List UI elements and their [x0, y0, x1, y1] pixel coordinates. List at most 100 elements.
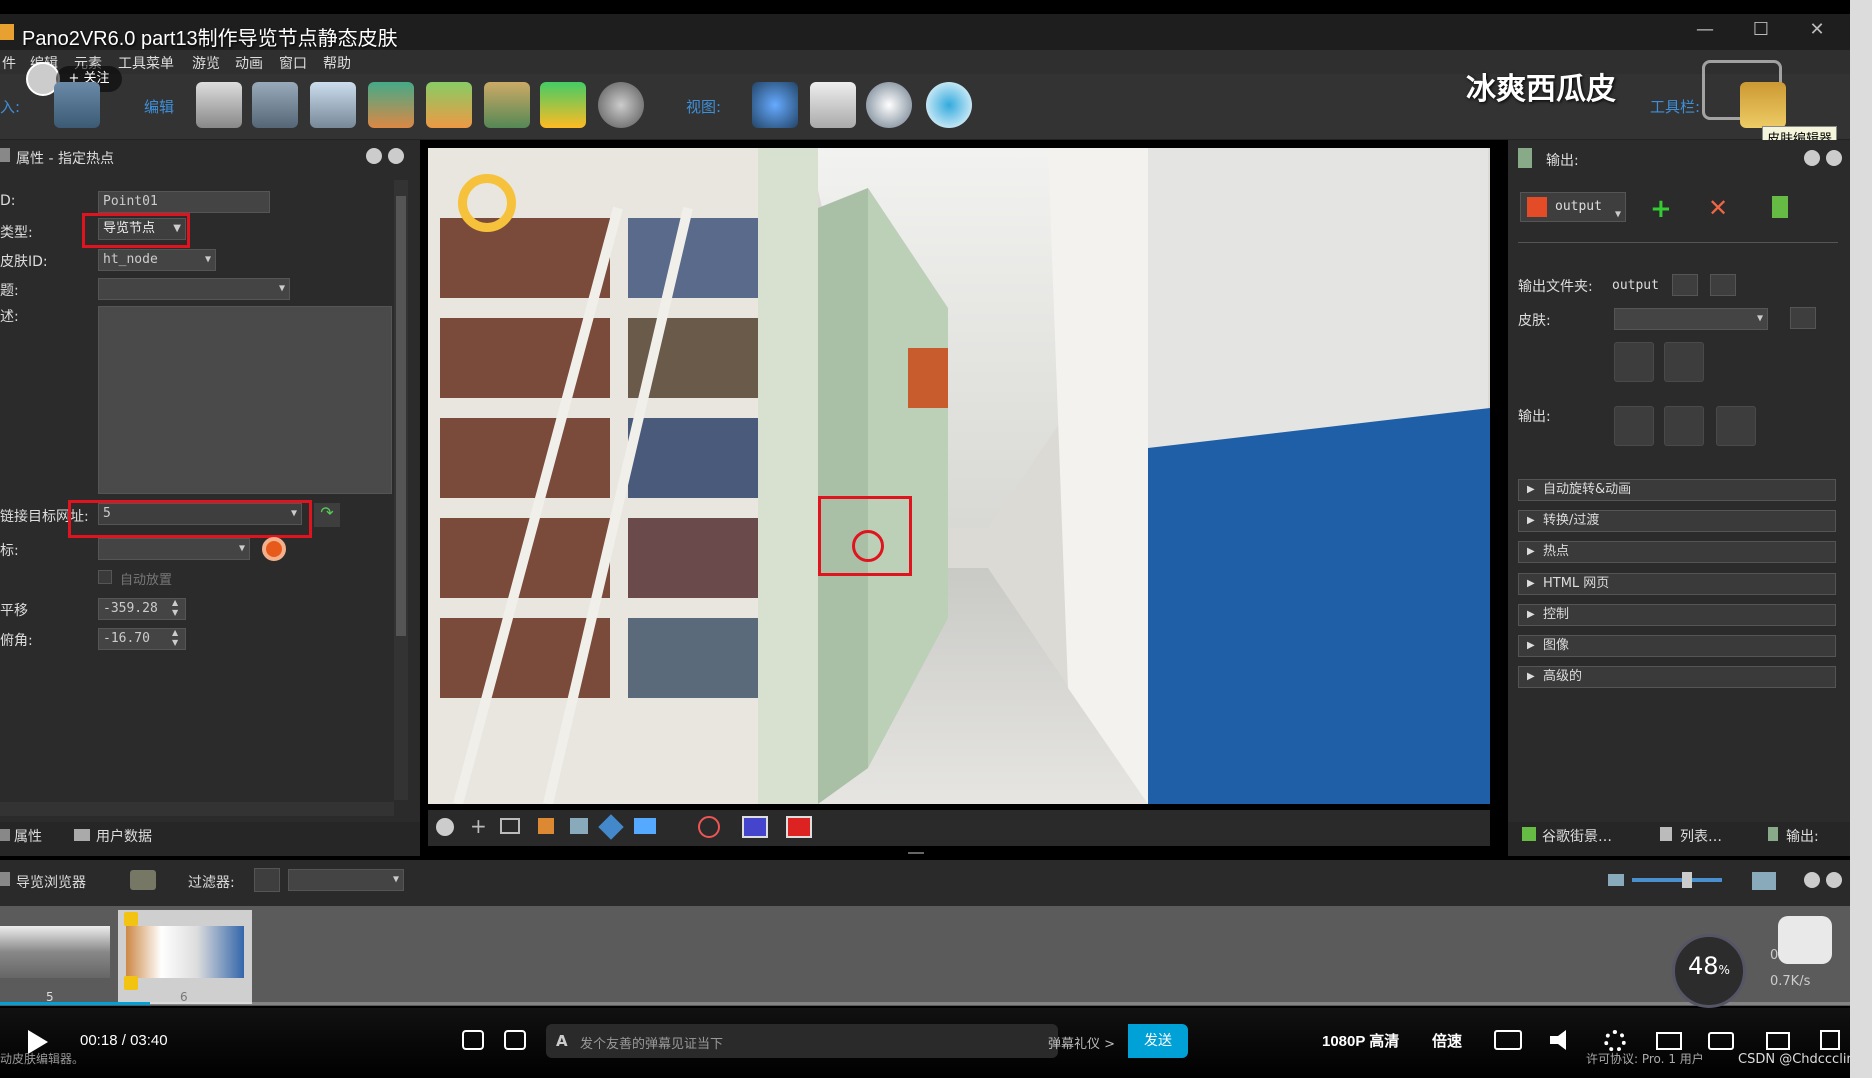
filter-select[interactable]: ▼ [288, 869, 404, 891]
blue-color-icon[interactable] [742, 816, 768, 838]
maps-icon[interactable] [426, 82, 472, 128]
folder-open-icon[interactable] [1672, 274, 1698, 296]
viewing-parameters-icon[interactable] [252, 82, 298, 128]
float-panel-icon[interactable] [1804, 150, 1820, 166]
menu-tour[interactable]: 游览 [192, 53, 220, 73]
maximize-button[interactable]: ☐ [1746, 16, 1776, 44]
eye-icon[interactable] [926, 82, 972, 128]
video-progress-track[interactable] [0, 1002, 1850, 1005]
hotspots-icon[interactable] [368, 82, 414, 128]
go-to-target-icon[interactable]: ↷ [314, 503, 340, 527]
panorama-viewport[interactable] [428, 148, 1490, 804]
red-color-icon[interactable] [786, 816, 812, 838]
stopwatch-icon[interactable] [866, 82, 912, 128]
menu-window[interactable]: 窗口 [279, 53, 307, 73]
skin-tools-icon[interactable] [1664, 342, 1704, 382]
thumb-size-slider[interactable] [1632, 878, 1722, 882]
tab-properties[interactable]: 属性 [0, 826, 42, 846]
close-panel-icon[interactable] [1826, 872, 1842, 888]
fullscreen-icon[interactable] [1820, 1030, 1840, 1050]
add-output-icon[interactable]: + [1650, 194, 1672, 224]
skin-folder-icon[interactable] [1790, 307, 1816, 329]
description-textarea[interactable] [98, 306, 392, 494]
tool-icon[interactable] [538, 818, 554, 834]
menu-help[interactable]: 帮助 [323, 53, 351, 73]
skin-editor-icon[interactable] [1740, 82, 1786, 128]
properties-scroll-thumb[interactable] [396, 196, 406, 636]
panorama-thumb[interactable] [0, 926, 110, 978]
menu-animation[interactable]: 动画 [235, 53, 263, 73]
grid-icon[interactable] [500, 818, 520, 834]
widescreen-icon[interactable] [1708, 1032, 1734, 1050]
skin-id-select[interactable]: ht_node ▼ [98, 249, 216, 271]
danmaku-style-icon[interactable]: A [556, 1032, 568, 1050]
output-format-select[interactable]: output ▼ [1520, 192, 1626, 222]
picture-in-picture-icon[interactable] [1656, 1032, 1682, 1050]
trash-icon[interactable] [1710, 274, 1736, 296]
quality-button[interactable]: 1080P 高清 [1322, 1030, 1399, 1051]
subtitle-icon[interactable] [1494, 1030, 1522, 1050]
tilt-stepper-icon[interactable]: ▲ ▼ [172, 628, 184, 650]
send-button[interactable]: 发送 [1128, 1024, 1188, 1058]
accordion-image[interactable]: ▶ 图像 [1518, 635, 1836, 657]
float-panel-icon[interactable] [1804, 872, 1820, 888]
animation-reel-icon[interactable] [598, 82, 644, 128]
close-button[interactable]: ✕ [1802, 16, 1832, 44]
crosshair-add-icon[interactable]: + [470, 814, 487, 838]
thumb-size-slider-handle[interactable] [1682, 872, 1692, 888]
google-icon[interactable] [540, 82, 586, 128]
float-panel-icon[interactable] [366, 148, 382, 164]
compass-icon[interactable] [436, 818, 454, 836]
accordion-hotspots[interactable]: ▶ 热点 [1518, 541, 1836, 563]
accordion-autorotate[interactable]: ▶ 自动旋转&动画 [1518, 479, 1836, 501]
page-scrollbar[interactable] [1850, 0, 1872, 1078]
gear-icon[interactable] [1604, 1030, 1626, 1052]
close-panel-icon[interactable] [388, 148, 404, 164]
stamp-icon[interactable] [130, 870, 156, 890]
tab-user-data[interactable]: 用户数据 [74, 826, 152, 846]
monitor-icon[interactable] [634, 818, 656, 834]
binoculars-icon[interactable] [752, 82, 798, 128]
menu-file[interactable]: 件 [2, 53, 16, 73]
tab-output[interactable]: 输出: [1768, 826, 1819, 846]
speed-button[interactable]: 倍速 [1432, 1030, 1462, 1051]
tab-list[interactable]: 列表… [1660, 826, 1722, 846]
filter-icon[interactable] [570, 818, 588, 834]
panorama-thumb[interactable] [126, 926, 244, 978]
tab-google-streetview[interactable]: 谷歌街景… [1522, 826, 1612, 846]
skin-select[interactable]: ▼ [1614, 308, 1768, 330]
tag-icon[interactable] [254, 868, 280, 892]
danmaku-toggle-icon[interactable] [462, 1030, 484, 1050]
clipboard-icon[interactable] [810, 82, 856, 128]
properties-horizontal-scrollbar[interactable] [0, 802, 394, 816]
patches-icon[interactable] [484, 82, 530, 128]
danmaku-settings-icon[interactable] [504, 1030, 526, 1050]
preview-monitor-icon[interactable] [1664, 406, 1704, 446]
bilibili-tv-icon[interactable] [1778, 916, 1832, 964]
minimize-button[interactable]: — [1690, 16, 1720, 44]
add-panorama-icon[interactable] [54, 82, 100, 128]
mixer-icon[interactable] [196, 82, 242, 128]
skin-star-icon[interactable] [1614, 342, 1654, 382]
remove-output-icon[interactable]: ✕ [1708, 194, 1728, 222]
document-icon[interactable] [1772, 196, 1788, 218]
title-select[interactable]: ▼ [98, 278, 290, 300]
accordion-transition[interactable]: ▶ 转换/过渡 [1518, 510, 1836, 532]
pan-stepper-icon[interactable]: ▲ ▼ [172, 598, 184, 620]
accordion-html[interactable]: ▶ HTML 网页 [1518, 573, 1836, 595]
target-picker-icon[interactable] [262, 537, 286, 561]
close-panel-icon[interactable] [1826, 150, 1842, 166]
id-field[interactable]: Point01 [98, 191, 270, 213]
auto-place-checkbox[interactable] [98, 570, 112, 584]
menu-tools[interactable]: 工具菜单 [118, 53, 174, 73]
accordion-control[interactable]: ▶ 控制 [1518, 604, 1836, 626]
danmaku-etiquette-link[interactable]: 弹幕礼仪 > [1048, 1033, 1115, 1052]
accordion-advanced[interactable]: ▶ 高级的 [1518, 666, 1836, 688]
gear-icon[interactable] [1614, 406, 1654, 446]
web-fullscreen-icon[interactable] [1766, 1032, 1790, 1050]
splitter-handle[interactable] [908, 852, 924, 854]
package-icon[interactable] [1716, 406, 1756, 446]
hotspot-target-icon[interactable] [458, 174, 516, 232]
user-data-icon[interactable] [310, 82, 356, 128]
target-select[interactable]: ▼ [98, 538, 250, 560]
